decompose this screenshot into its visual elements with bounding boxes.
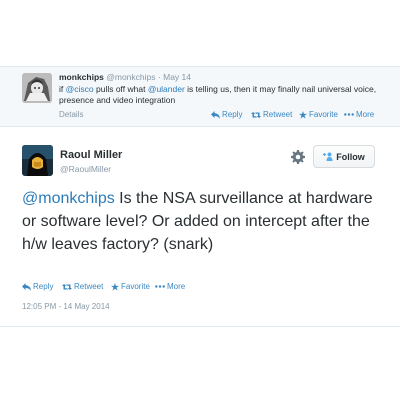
parent-author-handle[interactable]: @monkchips (106, 72, 155, 82)
main-tweet: Raoul Miller @RaoulMiller Follow @monkch… (0, 127, 400, 327)
parent-favorite-button[interactable]: Favorite (299, 110, 338, 119)
retweet-icon (251, 111, 261, 118)
parent-header: monkchips @monkchips · May 14 (59, 72, 389, 83)
main-favorite-button[interactable]: Favorite (111, 282, 150, 291)
parent-actions-bar: Details Reply Retweet Favorite More (59, 110, 379, 122)
reply-icon (22, 282, 31, 291)
parent-date[interactable]: May 14 (163, 72, 191, 82)
parent-text-part: pulls off what (93, 84, 148, 94)
parent-avatar[interactable] (22, 73, 52, 103)
main-avatar[interactable] (22, 145, 53, 176)
parent-avatar-image (22, 73, 52, 103)
main-actions-bar: Reply Retweet Favorite More (22, 282, 322, 294)
mention-link-ulander[interactable]: @ulander (148, 84, 185, 94)
parent-separator: · (157, 72, 161, 82)
main-author-name[interactable]: Raoul Miller (60, 149, 122, 161)
main-reply-label: Reply (33, 282, 54, 291)
parent-tweet-text: if @cisco pulls off what @ulander is tel… (59, 84, 389, 106)
parent-more-button[interactable]: More (344, 110, 374, 119)
favorite-icon (111, 282, 119, 291)
follow-label: Follow (336, 151, 365, 162)
parent-author-name[interactable]: monkchips (59, 72, 104, 82)
parent-reply-button[interactable]: Reply (211, 110, 242, 119)
parent-text-part: if (59, 84, 66, 94)
parent-more-label: More (356, 110, 375, 119)
more-icon (155, 285, 165, 288)
details-link[interactable]: Details (59, 110, 83, 119)
mention-link-cisco[interactable]: @cisco (66, 84, 94, 94)
main-author-handle[interactable]: @RaoulMiller (60, 164, 111, 174)
main-more-label: More (167, 282, 186, 291)
more-icon (344, 113, 354, 116)
main-tweet-text: @monkchips Is the NSA surveillance at ha… (22, 187, 387, 256)
parent-favorite-label: Favorite (309, 110, 338, 119)
main-avatar-image (22, 145, 53, 176)
main-reply-button[interactable]: Reply (22, 282, 53, 291)
main-more-button[interactable]: More (155, 282, 185, 291)
favorite-icon (299, 110, 307, 119)
retweet-icon (62, 283, 72, 290)
tweet-timestamp[interactable]: 12:05 PM - 14 May 2014 (22, 302, 110, 311)
follow-person-icon (323, 152, 333, 161)
gear-icon (291, 150, 305, 164)
main-retweet-button[interactable]: Retweet (62, 282, 103, 291)
main-retweet-label: Retweet (74, 282, 104, 291)
parent-retweet-button[interactable]: Retweet (251, 110, 292, 119)
parent-tweet[interactable]: monkchips @monkchips · May 14 if @cisco … (0, 66, 400, 127)
follow-button[interactable]: Follow (313, 145, 375, 168)
mention-link-monkchips[interactable]: @monkchips (22, 190, 115, 207)
user-actions-button[interactable] (291, 150, 305, 164)
parent-retweet-label: Retweet (263, 110, 293, 119)
reply-icon (211, 110, 220, 119)
parent-reply-label: Reply (222, 110, 243, 119)
main-favorite-label: Favorite (121, 282, 150, 291)
